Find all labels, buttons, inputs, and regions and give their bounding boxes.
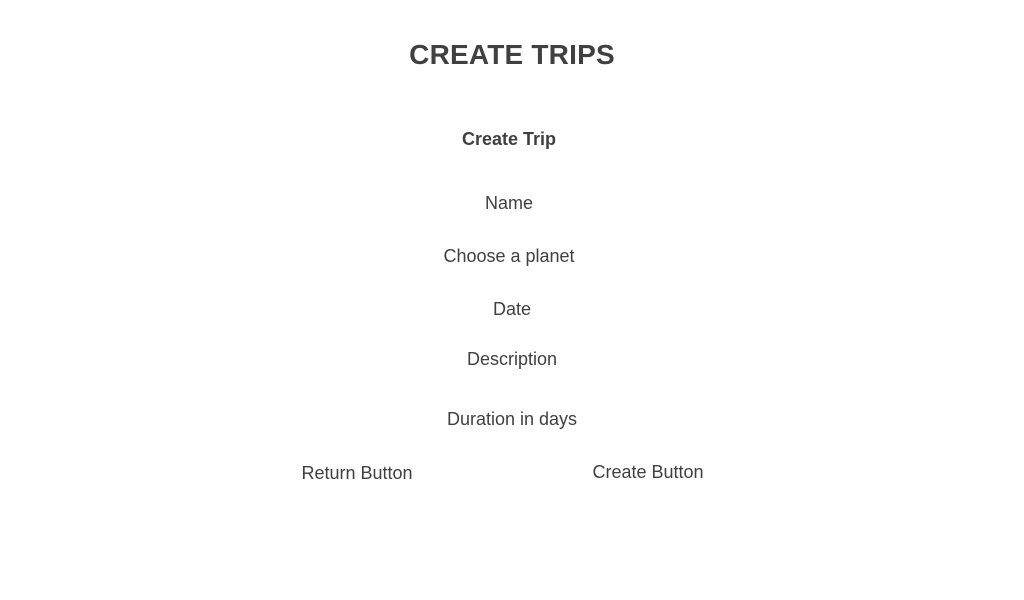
name-field[interactable]: Name xyxy=(485,193,533,214)
duration-field[interactable]: Duration in days xyxy=(447,409,577,430)
form-title: Create Trip xyxy=(461,129,557,149)
page-title: CREATE TRIPS xyxy=(409,39,615,70)
description-field[interactable]: Description xyxy=(467,349,557,370)
create-button[interactable]: Create Button xyxy=(592,462,703,483)
planet-select[interactable]: Choose a planet xyxy=(443,246,574,267)
return-button[interactable]: Return Button xyxy=(301,463,412,484)
date-field[interactable]: Date xyxy=(493,299,531,320)
